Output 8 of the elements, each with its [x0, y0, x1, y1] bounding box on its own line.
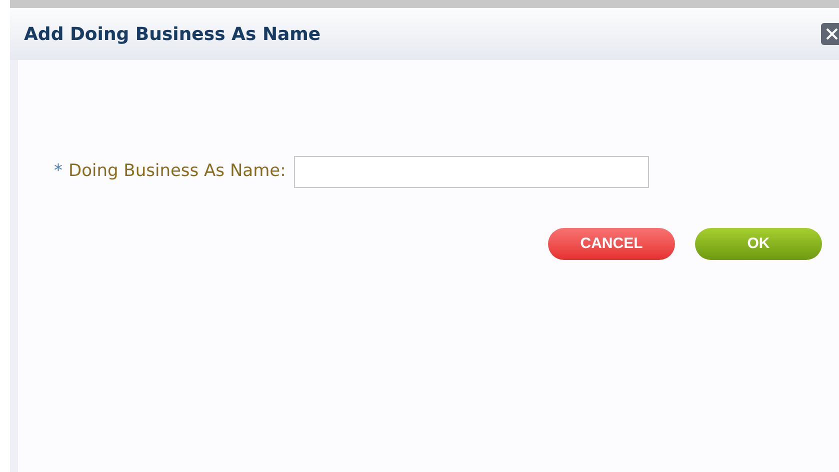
dialog-title: Add Doing Business As Name: [24, 22, 321, 46]
close-button[interactable]: [821, 23, 839, 45]
input-field[interactable]: [294, 156, 649, 188]
field-label: Doing Business As Name:: [68, 160, 286, 184]
close-icon: [825, 27, 839, 41]
cancel-button[interactable]: CANCEL: [548, 228, 675, 260]
required-mark: *: [54, 160, 62, 184]
ok-button[interactable]: OK: [695, 228, 822, 260]
